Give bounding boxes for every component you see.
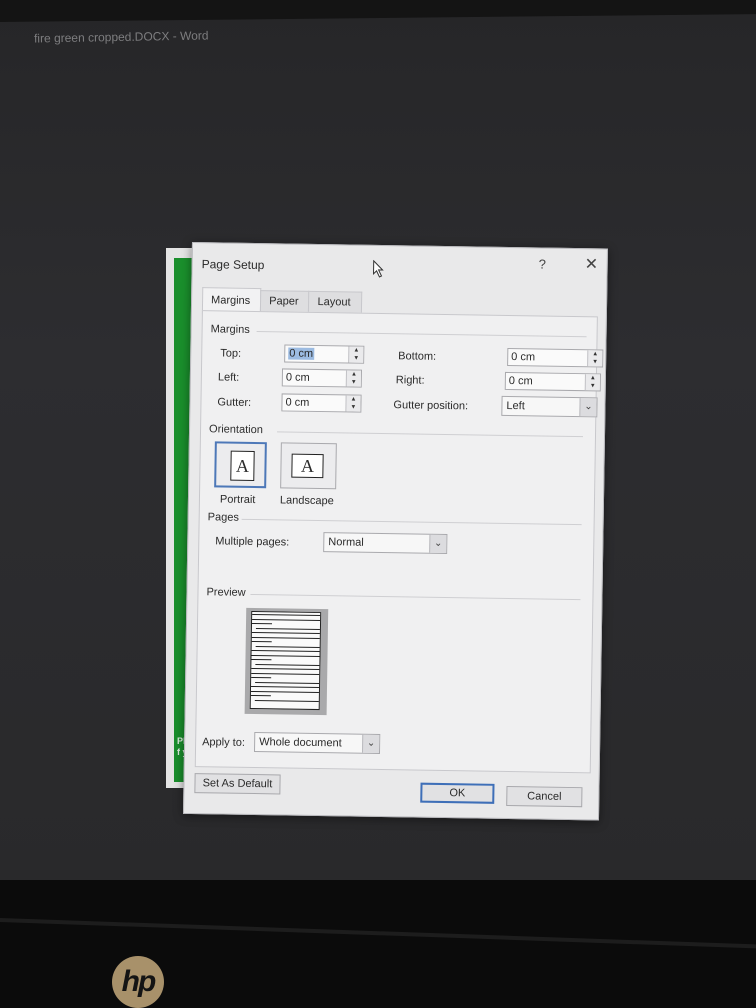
preview-divider: [250, 593, 581, 601]
page-preview: [244, 607, 329, 716]
set-as-default-button[interactable]: Set As Default: [194, 773, 281, 795]
help-button[interactable]: ?: [539, 256, 546, 271]
landscape-page-icon: A: [291, 453, 324, 479]
preview-text-line: [251, 649, 320, 653]
apply-to-label: Apply to:: [202, 736, 246, 749]
right-margin-value[interactable]: 0 cm: [509, 375, 533, 387]
pages-heading: Pages: [207, 511, 239, 524]
chevron-down-icon[interactable]: ⌄: [579, 398, 597, 417]
preview-text-line: [251, 672, 320, 675]
preview-text-line: [251, 636, 320, 639]
spin-down-icon[interactable]: ▼: [346, 403, 360, 411]
close-button[interactable]: ✕: [585, 254, 599, 274]
preview-text-line: [251, 676, 272, 679]
margins-heading: Margins: [210, 323, 250, 336]
preview-text-line: [251, 654, 320, 657]
preview-text-line: [255, 663, 320, 666]
preview-text-line: [250, 690, 319, 693]
margins-divider: [256, 331, 587, 338]
chevron-down-icon[interactable]: ⌄: [361, 734, 380, 754]
bottom-label: Bottom:: [398, 350, 437, 363]
dialog-title: Page Setup: [201, 257, 265, 273]
orientation-divider: [277, 431, 583, 438]
left-margin-spinner[interactable]: 0 cm ▲ ▼: [281, 368, 363, 388]
gutter-spinner[interactable]: 0 cm ▲ ▼: [281, 393, 362, 413]
right-label: Right:: [395, 374, 425, 387]
monitor-screen: fire green cropped.DOCX - Word Plea f yo…: [0, 0, 756, 880]
multiple-pages-value: Normal: [328, 536, 364, 549]
top-label: Top:: [220, 347, 242, 360]
preview-text-line: [252, 618, 321, 621]
portrait-page-icon: A: [230, 450, 255, 482]
bottom-margin-spinner[interactable]: 0 cm ▲ ▼: [507, 347, 604, 368]
page-setup-dialog: Page Setup ? ✕ Margins Paper Layout Marg…: [183, 242, 608, 821]
spin-up-icon[interactable]: ▲: [349, 346, 363, 354]
preview-text-line: [251, 667, 320, 671]
preview-text-line: [251, 685, 320, 689]
apply-to-value: Whole document: [259, 736, 342, 750]
apply-to-select[interactable]: Whole document ⌄: [253, 732, 381, 755]
landscape-button[interactable]: A: [280, 442, 337, 490]
preview-text-line: [252, 622, 273, 625]
gutter-value[interactable]: 0 cm: [285, 396, 309, 408]
right-margin-spinner[interactable]: 0 cm ▲ ▼: [504, 371, 601, 392]
preview-text-line: [250, 694, 271, 697]
preview-text-line: [255, 645, 320, 648]
preview-text-line: [251, 631, 320, 635]
preview-page-thumbnail: [249, 610, 322, 711]
gutter-position-label: Gutter position:: [393, 399, 469, 413]
cancel-button[interactable]: Cancel: [506, 786, 583, 808]
spin-down-icon[interactable]: ▼: [588, 358, 602, 366]
monitor-bezel-top: [0, 0, 756, 22]
margins-tab-panel: Margins Top: 0 cm ▲ ▼ Bottom: 0 cm ▲ ▼ Lef…: [194, 310, 604, 774]
orientation-heading: Orientation: [208, 423, 263, 437]
gutter-position-select[interactable]: Left ⌄: [501, 395, 598, 418]
spin-up-icon[interactable]: ▲: [586, 374, 600, 382]
preview-text-line: [251, 640, 272, 643]
top-margin-spinner[interactable]: 0 cm ▲ ▼: [284, 344, 365, 364]
left-margin-value[interactable]: 0 cm: [286, 371, 310, 383]
pages-divider: [241, 518, 582, 526]
left-label: Left:: [217, 371, 240, 384]
spin-up-icon[interactable]: ▲: [588, 350, 602, 358]
preview-heading: Preview: [206, 586, 246, 599]
mouse-cursor-icon: [373, 259, 384, 278]
ok-button[interactable]: OK: [420, 782, 495, 804]
multiple-pages-label: Multiple pages:: [215, 535, 290, 549]
portrait-label: Portrait: [219, 493, 256, 507]
spin-down-icon[interactable]: ▼: [347, 378, 361, 386]
hp-logo: hp: [112, 956, 164, 1008]
spin-down-icon[interactable]: ▼: [349, 354, 363, 362]
multiple-pages-select[interactable]: Normal ⌄: [323, 532, 448, 555]
chevron-down-icon[interactable]: ⌄: [429, 534, 447, 554]
preview-text-line: [254, 699, 319, 702]
app-window-title: fire green cropped.DOCX - Word: [33, 28, 209, 46]
preview-text-line: [251, 658, 272, 661]
portrait-button[interactable]: A: [214, 441, 267, 489]
preview-text-line: [255, 681, 320, 684]
preview-text-line: [252, 613, 321, 617]
landscape-label: Landscape: [279, 494, 334, 508]
top-margin-value[interactable]: 0 cm: [288, 347, 315, 360]
gutter-label: Gutter:: [217, 396, 252, 409]
bottom-margin-value[interactable]: 0 cm: [511, 351, 535, 363]
spin-down-icon[interactable]: ▼: [586, 382, 600, 390]
spin-up-icon[interactable]: ▲: [346, 395, 360, 403]
spin-up-icon[interactable]: ▲: [347, 370, 361, 378]
preview-text-line: [255, 627, 320, 630]
gutter-position-value: Left: [506, 399, 525, 413]
